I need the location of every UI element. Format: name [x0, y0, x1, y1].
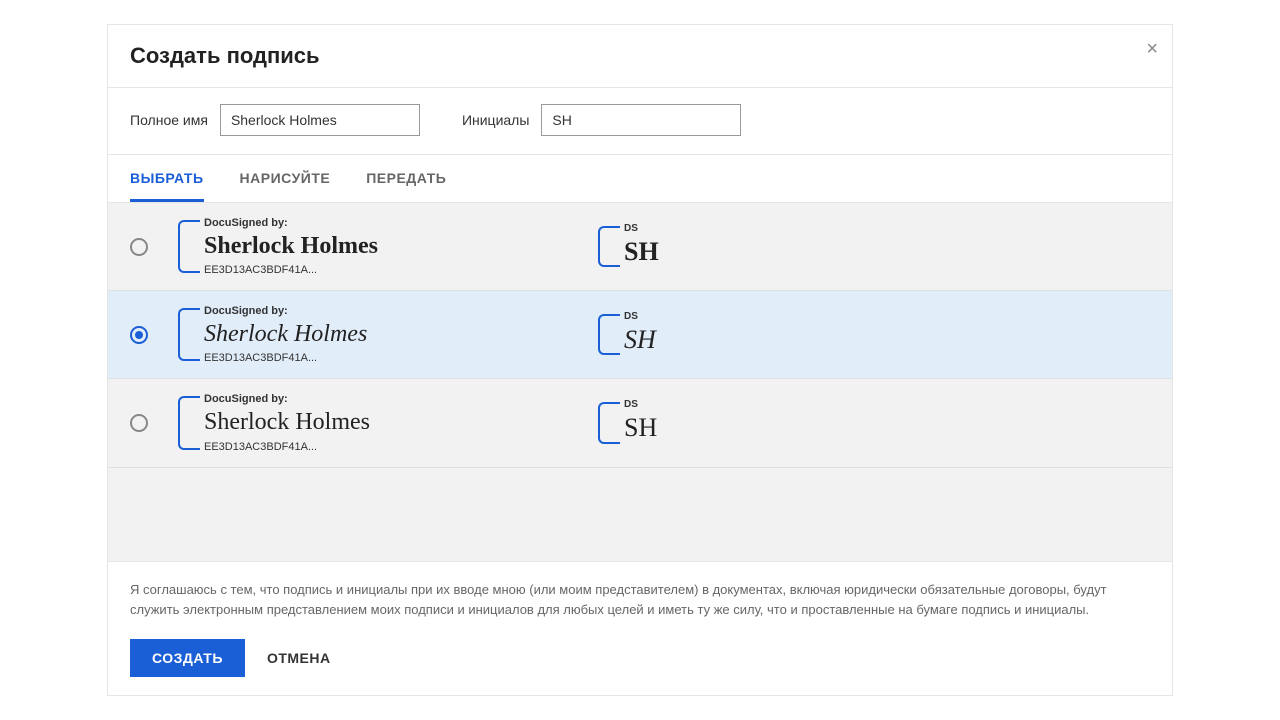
signature-preview: DocuSigned by: Sherlock Holmes EE3D13AC3BD…	[178, 305, 598, 364]
ds-label: DS	[624, 311, 718, 322]
tab-draw[interactable]: НАРИСУЙТЕ	[240, 155, 331, 202]
bracket-icon	[178, 220, 190, 273]
signature-style-option[interactable]: DocuSigned by: Sherlock Holmes EE3D13AC3BD…	[108, 379, 1172, 467]
initials-label: Инициалы	[462, 112, 529, 128]
modal-header: Создать подпись ×	[108, 25, 1172, 88]
initials-text: SH	[624, 322, 718, 358]
signature-hash: EE3D13AC3BDF41A...	[204, 264, 598, 276]
bracket-icon	[598, 226, 610, 267]
initials-text: SH	[624, 234, 718, 270]
signature-styles-list[interactable]: DocuSigned by: Sherlock Holmes EE3D13AC3BD…	[108, 203, 1172, 561]
name-form-row: Полное имя Инициалы	[108, 88, 1172, 155]
signature-hash: EE3D13AC3BDF41A...	[204, 441, 598, 453]
docusigned-by-label: DocuSigned by:	[204, 393, 598, 405]
initials-input[interactable]	[541, 104, 741, 136]
radio-icon[interactable]	[130, 414, 148, 432]
bracket-icon	[178, 396, 190, 449]
radio-icon[interactable]	[130, 238, 148, 256]
create-button[interactable]: СОЗДАТЬ	[130, 639, 245, 677]
full-name-input[interactable]	[220, 104, 420, 136]
cancel-button[interactable]: ОТМЕНА	[267, 650, 331, 666]
docusigned-by-label: DocuSigned by:	[204, 305, 598, 317]
signature-text: Sherlock Holmes	[204, 319, 598, 350]
tab-upload[interactable]: ПЕРЕДАТЬ	[366, 155, 446, 202]
signature-text: Sherlock Holmes	[204, 407, 598, 438]
initials-text: SH	[624, 410, 718, 446]
initials-preview: DSSH	[598, 311, 718, 358]
ds-label: DS	[624, 223, 718, 234]
tabs: ВЫБРАТЬ НАРИСУЙТЕ ПЕРЕДАТЬ	[108, 155, 1172, 203]
signature-style-option[interactable]: DocuSigned by: Sherlock Holmes EE3D13AC3BD…	[108, 203, 1172, 291]
close-icon[interactable]: ×	[1146, 39, 1158, 59]
signature-preview: DocuSigned by: Sherlock Holmes EE3D13AC3BD…	[178, 393, 598, 452]
bracket-icon	[178, 308, 190, 361]
signature-hash: EE3D13AC3BDF41A...	[204, 352, 598, 364]
modal-footer: Я соглашаюсь с тем, что подпись и инициа…	[108, 561, 1172, 695]
signature-preview: DocuSigned by: Sherlock Holmes EE3D13AC3BD…	[178, 217, 598, 276]
radio-icon[interactable]	[130, 326, 148, 344]
modal-title: Создать подпись	[130, 43, 1150, 69]
agreement-text: Я соглашаюсь с тем, что подпись и инициа…	[130, 580, 1150, 619]
bracket-icon	[598, 402, 610, 443]
ds-label: DS	[624, 399, 718, 410]
signature-text: Sherlock Holmes	[204, 231, 598, 262]
signature-style-option[interactable]: DocuSigned by: Sherlock Holmes EE3D13AC3BD…	[108, 291, 1172, 379]
full-name-label: Полное имя	[130, 112, 208, 128]
initials-preview: DSSH	[598, 223, 718, 270]
button-row: СОЗДАТЬ ОТМЕНА	[130, 639, 1150, 677]
tab-choose[interactable]: ВЫБРАТЬ	[130, 155, 204, 202]
bracket-icon	[598, 314, 610, 355]
create-signature-modal: Создать подпись × Полное имя Инициалы ВЫ…	[107, 24, 1173, 696]
initials-preview: DSSH	[598, 399, 718, 446]
docusigned-by-label: DocuSigned by:	[204, 217, 598, 229]
